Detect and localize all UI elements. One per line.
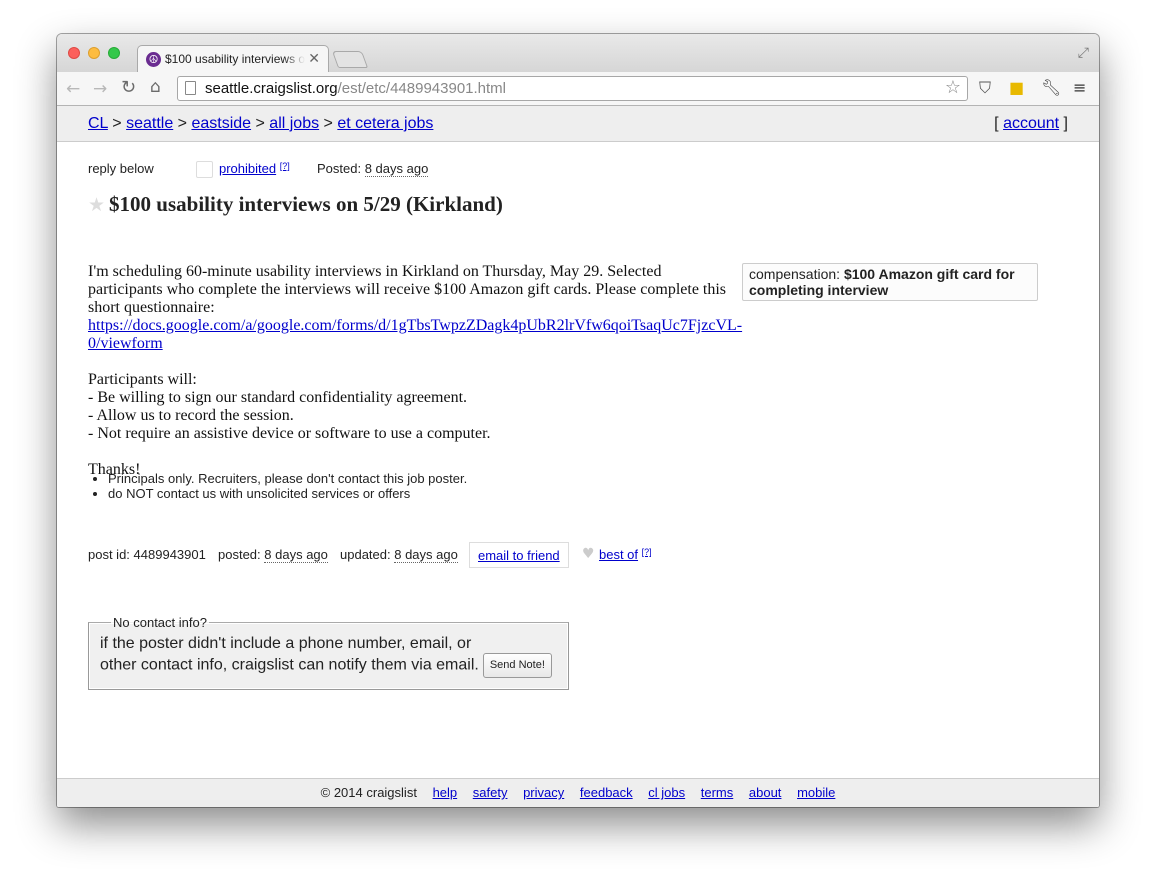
email-to-friend-button: email to friend <box>469 542 569 568</box>
body-intro: I'm scheduling 60-minute usability inter… <box>88 263 727 316</box>
post-id: post id: 4489943901 <box>88 547 206 562</box>
updated-info: updated: 8 days ago <box>340 547 458 563</box>
posted-value: 8 days ago <box>264 547 328 563</box>
best-of-help-link[interactable]: [?] <box>642 547 652 557</box>
fullscreen-icon[interactable]: ⤢ <box>1078 44 1089 61</box>
requirement-item: - Allow us to record the session. <box>88 407 294 424</box>
zoom-window-button[interactable] <box>108 47 120 59</box>
post-title-text: $100 usability interviews on 5/29 (Kirkl… <box>109 192 503 216</box>
new-tab-button[interactable] <box>331 51 369 68</box>
posted-label: Posted: <box>317 161 362 176</box>
no-contact-text: other contact info, craigslist can notif… <box>100 656 479 674</box>
tab-strip: ☮ $100 usability interviews o ✕ ⤢ <box>57 34 1099 72</box>
home-icon[interactable]: ⌂ <box>150 77 161 97</box>
breadcrumb-seattle[interactable]: seattle <box>126 115 173 132</box>
forward-arrow-icon[interactable]: → <box>93 79 107 99</box>
footer-link-safety[interactable]: safety <box>473 785 508 800</box>
breadcrumb: CL > seattle > eastside > all jobs > et … <box>88 115 434 132</box>
footer-link-about[interactable]: about <box>749 785 782 800</box>
best-of-area: best of [?] <box>599 547 652 562</box>
flag-checkbox[interactable] <box>196 161 213 178</box>
requirement-item: - Be willing to sign our standard confid… <box>88 389 468 406</box>
notice-item: Principals only. Recruiters, please don'… <box>108 471 467 486</box>
browser-tab-active[interactable]: ☮ $100 usability interviews o ✕ <box>137 45 329 72</box>
footer-link-cl-jobs[interactable]: cl jobs <box>648 785 685 800</box>
posted-value: 8 days ago <box>364 161 429 177</box>
no-contact-text-row: other contact info, craigslist can notif… <box>100 653 557 678</box>
tab-close-icon[interactable]: ✕ <box>308 50 320 67</box>
peace-sign-icon: ☮ <box>146 52 161 67</box>
post-title: ★ $100 usability interviews on 5/29 (Kirk… <box>88 192 503 217</box>
footer-link-terms[interactable]: terms <box>701 785 734 800</box>
post-id-label: post id: <box>88 547 130 562</box>
compensation-box: compensation: $100 Amazon gift card for … <box>742 263 1038 301</box>
email-to-friend-link[interactable]: email to friend <box>478 548 560 563</box>
breadcrumb-et-cetera-jobs[interactable]: et cetera jobs <box>337 115 433 132</box>
questionnaire-link[interactable]: https://docs.google.com/a/google.com/for… <box>88 317 742 352</box>
prohibited-help-link[interactable]: [?] <box>280 161 290 171</box>
url-text: seattle.craigslist.org/est/etc/448994390… <box>205 77 506 100</box>
back-arrow-icon[interactable]: ← <box>66 79 80 99</box>
page-icon <box>185 81 196 95</box>
minimize-window-button[interactable] <box>88 47 100 59</box>
url-path: /est/etc/4489943901.html <box>337 80 507 97</box>
pocket-icon[interactable]: ⛉ <box>979 78 991 98</box>
posted-date: Posted: 8 days ago <box>317 161 429 177</box>
requirement-item: - Not require an assistive device or sof… <box>88 425 491 442</box>
footer-link-feedback[interactable]: feedback <box>580 785 633 800</box>
breadcrumb-bar: CL > seattle > eastside > all jobs > et … <box>57 106 1099 142</box>
menu-icon[interactable]: ≡ <box>1073 78 1086 97</box>
best-of-link[interactable]: best of <box>599 547 638 562</box>
favorite-star-icon[interactable]: ★ <box>88 194 105 216</box>
footer-link-privacy[interactable]: privacy <box>523 785 564 800</box>
post-id-value: 4489943901 <box>133 547 206 562</box>
breadcrumb-all-jobs[interactable]: all jobs <box>269 115 319 132</box>
page-footer: © 2014 craigslist help safety privacy fe… <box>57 778 1099 807</box>
browser-window: ☮ $100 usability interviews o ✕ ⤢ ← → ↻ … <box>57 34 1099 807</box>
prohibited-link[interactable]: prohibited <box>219 161 276 176</box>
no-contact-info-box: No contact info? if the poster didn't in… <box>88 615 569 690</box>
posted-info: posted: 8 days ago <box>218 547 328 563</box>
bookmark-star-icon[interactable]: ☆ <box>945 76 961 99</box>
footer-link-mobile[interactable]: mobile <box>797 785 835 800</box>
updated-label: updated: <box>340 547 391 562</box>
extension-icon[interactable]: ■ <box>1009 78 1024 97</box>
account-link[interactable]: account <box>1003 115 1059 132</box>
account-area: [ account ] <box>994 115 1068 132</box>
copyright-text: © 2014 craigslist <box>320 785 417 800</box>
url-host: seattle.craigslist.org <box>205 80 338 97</box>
browser-toolbar: ← → ↻ ⌂ seattle.craigslist.org/est/etc/4… <box>57 72 1099 106</box>
posted-label: posted: <box>218 547 261 562</box>
no-contact-text: if the poster didn't include a phone num… <box>100 635 472 652</box>
posting-body: I'm scheduling 60-minute usability inter… <box>88 263 742 479</box>
heart-icon: ♥ <box>582 546 595 562</box>
reply-below-text: reply below <box>88 161 154 176</box>
notice-item: do NOT contact us with unsolicited servi… <box>108 486 467 501</box>
wrench-icon[interactable]: 🔧︎ <box>1041 78 1061 97</box>
participants-heading: Participants will: <box>88 371 197 388</box>
tab-title: $100 usability interviews o <box>165 52 305 66</box>
page-content: CL > seattle > eastside > all jobs > et … <box>57 106 1099 807</box>
breadcrumb-cl[interactable]: CL <box>88 115 108 132</box>
footer-link-help[interactable]: help <box>433 785 458 800</box>
close-window-button[interactable] <box>68 47 80 59</box>
notices-list: Principals only. Recruiters, please don'… <box>108 471 467 501</box>
compensation-label: compensation: <box>749 266 841 282</box>
no-contact-legend: No contact info? <box>113 615 207 630</box>
send-note-button[interactable]: Send Note! <box>482 653 552 678</box>
address-bar[interactable]: seattle.craigslist.org/est/etc/448994390… <box>177 76 968 101</box>
prohibited-flag: prohibited [?] <box>219 161 290 176</box>
updated-value: 8 days ago <box>394 547 458 563</box>
reload-icon[interactable]: ↻ <box>121 77 136 98</box>
breadcrumb-eastside[interactable]: eastside <box>191 115 251 132</box>
